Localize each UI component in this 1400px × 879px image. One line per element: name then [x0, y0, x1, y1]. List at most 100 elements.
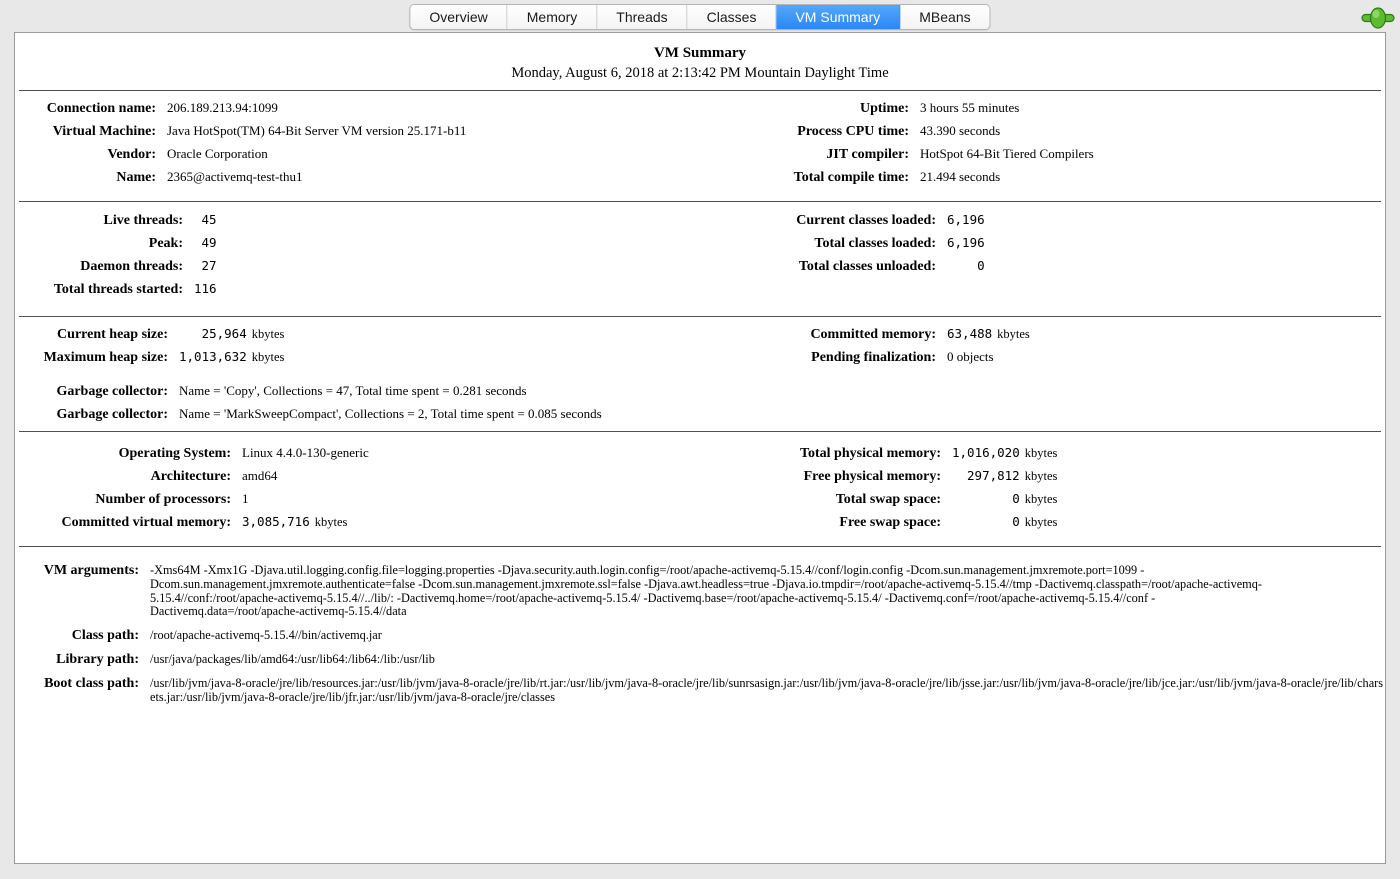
number-of-processors-row: Number of processors: 1 [21, 491, 701, 514]
field-label: Library path: [21, 652, 139, 668]
field-label: Total classes unloaded: [701, 259, 936, 275]
current-heap-size-row: Current heap size: 25,964 kbytes [21, 326, 701, 349]
field-value: Java HotSpot(TM) 64-Bit Server VM versio… [167, 123, 466, 139]
field-value: /usr/java/packages/lib/amd64:/usr/lib64:… [150, 653, 1385, 667]
field-value: 1,013,632 [179, 349, 247, 364]
tab-bar: Overview Memory Threads Classes VM Summa… [409, 4, 990, 30]
field-label: Peak: [21, 236, 183, 252]
section-os: Operating System: Linux 4.4.0-130-generi… [15, 445, 1385, 537]
field-value: -Xms64M -Xmx1G -Djava.util.logging.confi… [150, 564, 1290, 619]
field-unit: kbytes [252, 350, 285, 365]
process-cpu-time-row: Process CPU time: 43.390 seconds [701, 123, 1381, 146]
field-label: Garbage collector: [21, 407, 168, 423]
tab-vm-summary[interactable]: VM Summary [776, 5, 900, 29]
field-value: 49 [194, 235, 217, 250]
field-value: 1 [242, 491, 249, 507]
tab-memory[interactable]: Memory [508, 5, 598, 29]
total-classes-unloaded-row: Total classes unloaded: 0 [701, 258, 1381, 281]
free-physical-memory-row: Free physical memory: 297,812 kbytes [701, 468, 1381, 491]
class-path-row: Class path: /root/apache-activemq-5.15.4… [21, 628, 1385, 644]
library-path-row: Library path: /usr/java/packages/lib/amd… [21, 652, 1385, 668]
tab-mbeans[interactable]: MBeans [900, 5, 989, 29]
field-label: Boot class path: [21, 676, 139, 692]
field-value: Name = 'MarkSweepCompact', Collections =… [179, 406, 602, 422]
field-value: 6,196 [947, 235, 985, 250]
field-label: Connection name: [21, 101, 156, 117]
field-label: Total swap space: [701, 492, 941, 508]
uptime-row: Uptime: 3 hours 55 minutes [701, 100, 1381, 123]
tab-classes[interactable]: Classes [688, 5, 777, 29]
field-label: Total physical memory: [701, 446, 941, 462]
section-paths: VM arguments: -Xms64M -Xmx1G -Djava.util… [15, 555, 1385, 705]
field-label: Name: [21, 170, 156, 186]
total-classes-loaded-row: Total classes loaded: 6,196 [701, 235, 1381, 258]
field-label: Virtual Machine: [21, 124, 156, 140]
field-label: Current classes loaded: [701, 213, 936, 229]
field-value: 45 [194, 212, 217, 227]
field-value: 21.494 seconds [920, 169, 1000, 185]
field-value: 3,085,716 [242, 514, 310, 529]
connected-plug-icon [1361, 7, 1395, 29]
garbage-collector-row: Garbage collector: Name = 'MarkSweepComp… [21, 406, 1385, 429]
field-unit: kbytes [1025, 492, 1058, 507]
total-threads-started-row: Total threads started: 116 [21, 281, 701, 304]
field-unit: kbytes [252, 327, 285, 342]
tab-threads[interactable]: Threads [597, 5, 687, 29]
field-label: Vendor: [21, 147, 156, 163]
current-classes-loaded-row: Current classes loaded: 6,196 [701, 212, 1381, 235]
field-value: 2365@activemq-test-thu1 [167, 169, 302, 185]
vm-summary-panel: VM Summary Monday, August 6, 2018 at 2:1… [14, 32, 1386, 864]
timestamp: Monday, August 6, 2018 at 2:13:42 PM Mou… [15, 65, 1385, 82]
operating-system-row: Operating System: Linux 4.4.0-130-generi… [21, 445, 701, 468]
field-label: JIT compiler: [701, 147, 909, 163]
vm-arguments-row: VM arguments: -Xms64M -Xmx1G -Djava.util… [21, 563, 1385, 619]
free-swap-space-row: Free swap space: 0 kbytes [701, 514, 1381, 537]
field-value: 0 [952, 514, 1020, 529]
peak-threads-row: Peak: 49 [21, 235, 701, 258]
field-unit: kbytes [315, 515, 348, 530]
field-label: Operating System: [21, 446, 231, 462]
committed-virtual-memory-row: Committed virtual memory: 3,085,716 kbyt… [21, 514, 701, 537]
field-value: Name = 'Copy', Collections = 47, Total t… [179, 383, 527, 399]
section-connection: Connection name: 206.189.213.94:1099 Vir… [15, 100, 1385, 192]
section-divider [19, 201, 1381, 203]
architecture-row: Architecture: amd64 [21, 468, 701, 491]
field-label: Total classes loaded: [701, 236, 936, 252]
garbage-collector-row: Garbage collector: Name = 'Copy', Collec… [21, 383, 1385, 406]
field-value: 63,488 [947, 326, 992, 341]
field-label: Maximum heap size: [21, 350, 168, 366]
garbage-collector-block: Garbage collector: Name = 'Copy', Collec… [15, 383, 1385, 428]
connection-name-row: Connection name: 206.189.213.94:1099 [21, 100, 701, 123]
field-value: amd64 [242, 468, 277, 484]
field-value: 43.390 seconds [920, 123, 1000, 139]
section-divider [19, 546, 1381, 548]
vm-name-row: Name: 2365@activemq-test-thu1 [21, 169, 701, 192]
daemon-threads-row: Daemon threads: 27 [21, 258, 701, 281]
virtual-machine-row: Virtual Machine: Java HotSpot(TM) 64-Bit… [21, 123, 701, 146]
field-value: HotSpot 64-Bit Tiered Compilers [920, 146, 1094, 162]
field-label: Total compile time: [701, 170, 909, 186]
field-label: Committed virtual memory: [21, 515, 231, 531]
pending-finalization-row: Pending finalization: 0 objects [701, 349, 1381, 372]
field-value: 1,016,020 [952, 445, 1020, 460]
field-value: 6,196 [947, 212, 985, 227]
field-label: Number of processors: [21, 492, 231, 508]
field-label: Current heap size: [21, 327, 168, 343]
field-label: VM arguments: [21, 563, 139, 579]
field-label: Live threads: [21, 213, 183, 229]
field-label: Uptime: [701, 101, 909, 117]
tab-overview[interactable]: Overview [410, 5, 507, 29]
section-divider [19, 431, 1381, 433]
field-unit: kbytes [1025, 446, 1058, 461]
field-unit: kbytes [1025, 515, 1058, 530]
section-divider [19, 316, 1381, 318]
field-unit: kbytes [1025, 469, 1058, 484]
field-label: Architecture: [21, 469, 231, 485]
total-compile-time-row: Total compile time: 21.494 seconds [701, 169, 1381, 192]
field-value: 0 [947, 258, 985, 273]
vendor-row: Vendor: Oracle Corporation [21, 146, 701, 169]
field-value: /root/apache-activemq-5.15.4//bin/active… [150, 629, 1385, 643]
field-value: Oracle Corporation [167, 146, 268, 162]
field-label: Committed memory: [701, 327, 936, 343]
total-physical-memory-row: Total physical memory: 1,016,020 kbytes [701, 445, 1381, 468]
